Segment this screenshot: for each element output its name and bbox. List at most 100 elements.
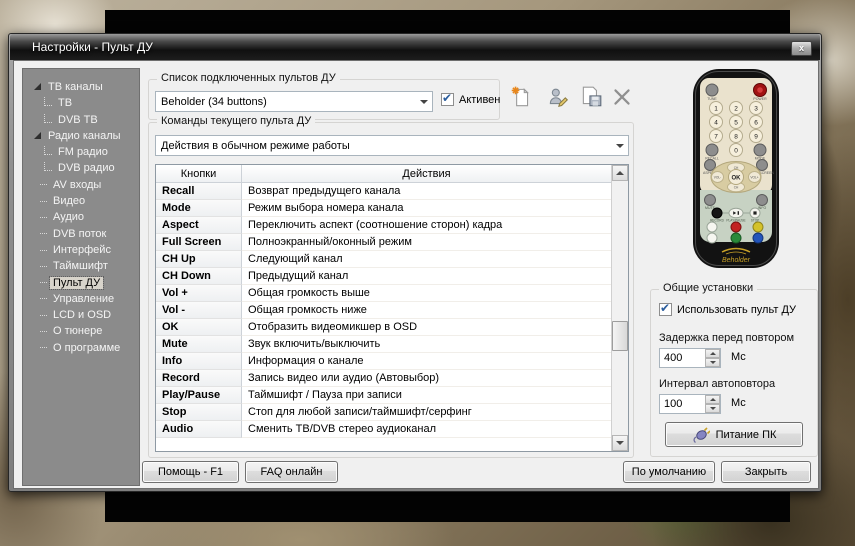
sidebar-item-timeshift[interactable]: Таймшифт — [23, 258, 139, 274]
remotes-groupbox: Список подключенных пультов ДУ Beholder … — [148, 79, 500, 120]
sidebar-item-dvb-tv[interactable]: DVB ТВ — [23, 112, 139, 128]
interval-label: Интервал автоповтора — [659, 378, 775, 390]
faq-button[interactable]: FAQ онлайн — [245, 461, 338, 483]
checkbox-box[interactable]: ✔ — [659, 303, 672, 316]
svg-text:0: 0 — [734, 147, 738, 154]
table-scrollbar[interactable] — [611, 165, 628, 451]
table-row[interactable]: ModeРежим выбора номера канала — [156, 200, 611, 217]
table-row[interactable]: RecallВозврат предыдущего канала — [156, 183, 611, 200]
table-row[interactable]: AspectПереключить аспект (соотношение ст… — [156, 217, 611, 234]
triangle-down-icon — [616, 441, 624, 445]
sidebar-item-radio-channels[interactable]: Радио каналы — [23, 128, 139, 144]
svg-text:POWER: POWER — [753, 97, 767, 101]
sidebar-item-lcd-osd[interactable]: LCD и OSD — [23, 307, 139, 323]
mode-select[interactable]: Действия в обычном режиме работы — [155, 135, 629, 156]
svg-text:VOL-: VOL- — [714, 175, 721, 179]
sidebar-item-dvb-radio[interactable]: DVB радио — [23, 160, 139, 176]
interval-spinner[interactable] — [659, 394, 721, 414]
save-remote-button[interactable] — [579, 85, 603, 109]
spin-down-button[interactable] — [705, 358, 720, 367]
delay-input[interactable] — [660, 349, 705, 367]
help-button[interactable]: Помощь - F1 — [142, 461, 239, 483]
edit-remote-button[interactable] — [546, 85, 570, 109]
check-icon: ✔ — [660, 301, 670, 315]
sidebar-item-fm-radio[interactable]: FM радио — [23, 144, 139, 160]
interval-input[interactable] — [660, 395, 705, 413]
sidebar-item-about-program[interactable]: О программе — [23, 340, 139, 356]
triangle-down-icon — [710, 407, 716, 410]
expand-icon[interactable] — [34, 83, 41, 90]
table-row[interactable]: Play/PauseТаймшифт / Пауза при записи — [156, 387, 611, 404]
table-row[interactable]: CH DownПредыдущий канал — [156, 268, 611, 285]
remote-select[interactable]: Beholder (34 buttons) — [155, 91, 433, 112]
close-button[interactable]: x — [791, 41, 812, 56]
save-icon — [579, 85, 603, 109]
delay-label: Задержка перед повтором — [659, 332, 794, 344]
sidebar-item-video[interactable]: Видео — [23, 193, 139, 209]
mode-select-value: Действия в обычном режиме работы — [161, 140, 612, 152]
scrollbar-thumb[interactable] — [612, 321, 628, 351]
desktop-background: Настройки - Пульт ДУ x ТВ каналы ТВ DVB … — [0, 0, 855, 546]
scroll-down-button[interactable] — [612, 435, 628, 451]
table-row[interactable]: CH UpСледующий канал — [156, 251, 611, 268]
svg-text:5: 5 — [734, 119, 738, 126]
general-groupbox: Общие установки ✔ Использовать пульт ДУ … — [650, 289, 818, 457]
use-remote-checkbox[interactable]: ✔ Использовать пульт ДУ — [659, 303, 796, 316]
svg-text:7: 7 — [714, 133, 718, 140]
table-row[interactable]: MuteЗвук включить/выключить — [156, 336, 611, 353]
svg-text:OK: OK — [732, 175, 742, 181]
expand-icon[interactable] — [34, 132, 41, 139]
delay-unit-label: Мс — [731, 351, 746, 363]
spin-up-button[interactable] — [705, 349, 720, 358]
table-row[interactable]: InfoИнформация о канале — [156, 353, 611, 370]
checkbox-box[interactable]: ✔ — [441, 93, 454, 106]
remote-select-value: Beholder (34 buttons) — [161, 96, 416, 108]
titlebar[interactable]: Настройки - Пульт ДУ x — [10, 34, 820, 60]
svg-text:Beholder: Beholder — [722, 257, 751, 264]
sidebar-item-av-inputs[interactable]: AV входы — [23, 177, 139, 193]
table-row[interactable]: AudioСменить ТВ/DVB стерео аудиоканал — [156, 421, 611, 438]
spin-up-button[interactable] — [705, 395, 720, 404]
pc-power-button-label: Питание ПК — [716, 429, 777, 441]
sidebar-item-about-tuner[interactable]: О тюнере — [23, 323, 139, 339]
sidebar-item-audio[interactable]: Аудио — [23, 209, 139, 225]
table-row[interactable]: StopСтоп для любой записи/таймшифт/серфи… — [156, 404, 611, 421]
svg-text:2: 2 — [734, 105, 738, 112]
person-edit-icon — [546, 85, 570, 109]
sidebar-item-interface[interactable]: Интерфейс — [23, 242, 139, 258]
sidebar-item-dvb-stream[interactable]: DVB поток — [23, 226, 139, 242]
sidebar-item-remote-control[interactable]: Пульт ДУ — [23, 275, 139, 291]
check-icon: ✔ — [442, 91, 452, 105]
svg-text:9: 9 — [754, 133, 758, 140]
sidebar-item-tv[interactable]: ТВ — [23, 95, 139, 111]
svg-text:8: 8 — [734, 133, 738, 140]
settings-dialog: Настройки - Пульт ДУ x ТВ каналы ТВ DVB … — [8, 33, 822, 492]
scroll-up-button[interactable] — [612, 165, 628, 181]
triangle-up-icon — [616, 171, 624, 175]
svg-text:4: 4 — [714, 119, 718, 126]
delay-spinner[interactable] — [659, 348, 721, 368]
remotes-group-label: Список подключенных пультов ДУ — [157, 72, 340, 84]
close-dialog-button[interactable]: Закрыть — [721, 461, 811, 483]
pc-power-button[interactable]: Питание ПК — [665, 422, 803, 447]
general-group-label: Общие установки — [659, 282, 757, 294]
table-row[interactable]: Vol -Общая громкость ниже — [156, 302, 611, 319]
table-row[interactable]: Full ScreenПолноэкранный/оконный режим — [156, 234, 611, 251]
svg-text:1: 1 — [714, 105, 718, 112]
delete-remote-button[interactable] — [610, 85, 634, 109]
defaults-button[interactable]: По умолчанию — [623, 461, 715, 483]
dialog-client-area: ТВ каналы ТВ DVB ТВ Радио каналы FM ради… — [13, 60, 819, 489]
sidebar-item-tv-channels[interactable]: ТВ каналы — [23, 79, 139, 95]
sidebar-item-control[interactable]: Управление — [23, 291, 139, 307]
delete-x-icon — [610, 85, 634, 109]
table-row[interactable]: Vol +Общая громкость выше — [156, 285, 611, 302]
window-title: Настройки - Пульт ДУ — [32, 40, 153, 54]
table-row[interactable]: RecordЗапись видео или аудио (Автовыбор) — [156, 370, 611, 387]
table-row[interactable]: OKОтобразить видеомикшер в OSD — [156, 319, 611, 336]
active-checkbox[interactable]: ✔ Активен — [441, 93, 500, 106]
column-header-actions[interactable]: Действия — [242, 165, 611, 182]
spin-down-button[interactable] — [705, 404, 720, 413]
new-remote-button[interactable] — [509, 85, 533, 109]
column-header-buttons[interactable]: Кнопки — [156, 165, 242, 182]
close-icon: x — [799, 43, 804, 53]
